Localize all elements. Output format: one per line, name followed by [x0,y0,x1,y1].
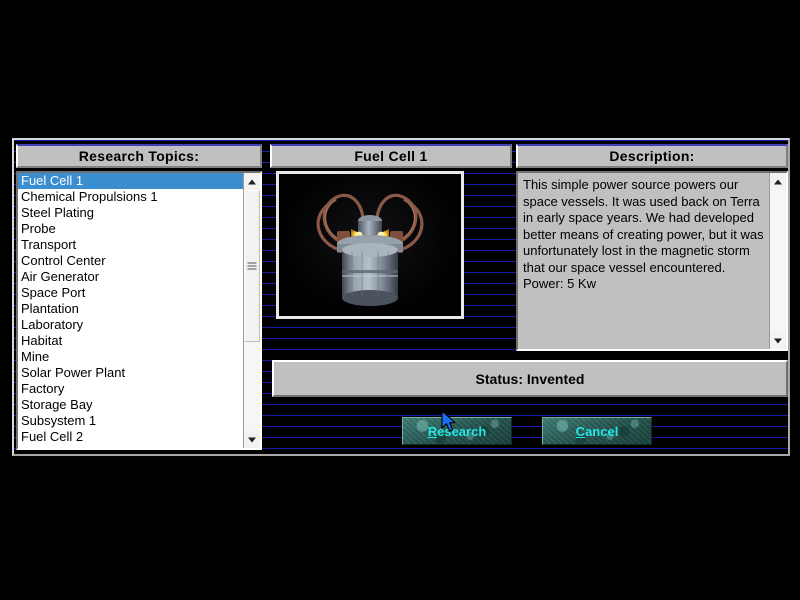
topic-list-item[interactable]: Subsystem 1 [18,413,243,429]
scroll-up-arrow-icon[interactable] [770,173,786,190]
description-panel: This simple power source powers our spac… [516,171,788,351]
topics-scrollbar-thumb[interactable] [244,190,260,342]
cancel-button-label: ancel [585,423,619,439]
research-topics-list[interactable]: Fuel Cell 1 Chemical Propulsions 1 Steel P… [18,173,243,448]
status-panel: Status: Invented [272,360,788,397]
scroll-up-arrow-icon[interactable] [244,173,260,190]
description-scrollbar-track[interactable] [770,190,786,332]
research-topics-listbox[interactable]: Fuel Cell 1 Chemical Propulsions 1 Steel P… [16,171,262,450]
topic-list-item[interactable]: Fuel Cell 1 [18,173,243,189]
research-topics-header: Research Topics: [16,144,262,168]
description-header: Description: [516,144,788,168]
scrollbar-grip-icon [247,262,257,270]
cancel-button-accel: C [575,423,586,439]
topic-list-item[interactable]: Space Port [18,285,243,301]
topic-list-item[interactable]: Solar Power Plant [18,365,243,381]
fuel-cell-illustration [316,193,424,306]
fuel-cell-render-icon [279,174,461,316]
research-button-accel: R [427,423,438,439]
selected-item-header: Fuel Cell 1 [270,144,512,168]
topics-scrollbar-track[interactable] [244,190,260,431]
topic-list-item[interactable]: Laboratory [18,317,243,333]
status-text: Status: Invented [475,370,585,387]
research-button-label: esearch [437,423,487,439]
topic-list-item[interactable]: Fuel Cell 2 [18,429,243,445]
description-text: This simple power source powers our spac… [523,177,764,291]
topic-list-item[interactable]: Factory [18,381,243,397]
topic-list-item[interactable]: Transport [18,237,243,253]
topic-list-item[interactable]: Steel Plating [18,205,243,221]
topics-scrollbar[interactable] [243,173,260,448]
topic-list-item[interactable]: Air Generator [18,269,243,285]
scroll-down-arrow-icon[interactable] [770,332,786,349]
topic-list-item[interactable]: Habitat [18,333,243,349]
research-dialog: Research Topics: Fuel Cell 1 Chemical Pro… [12,138,790,456]
topic-list-item[interactable]: Probe [18,221,243,237]
topic-list-item[interactable]: Mine [18,349,243,365]
topic-list-item[interactable]: Storage Bay [18,397,243,413]
topic-list-item[interactable]: Chemical Propulsions 1 [18,189,243,205]
description-scrollbar[interactable] [769,173,786,349]
item-preview-frame [276,171,464,319]
cancel-button[interactable]: Cancel [542,417,652,445]
game-screen: Research Topics: Fuel Cell 1 Chemical Pro… [0,0,800,600]
topic-list-item[interactable]: Plantation [18,301,243,317]
research-button[interactable]: Research [402,417,512,445]
topic-list-item[interactable]: Control Center [18,253,243,269]
scroll-down-arrow-icon[interactable] [244,431,260,448]
